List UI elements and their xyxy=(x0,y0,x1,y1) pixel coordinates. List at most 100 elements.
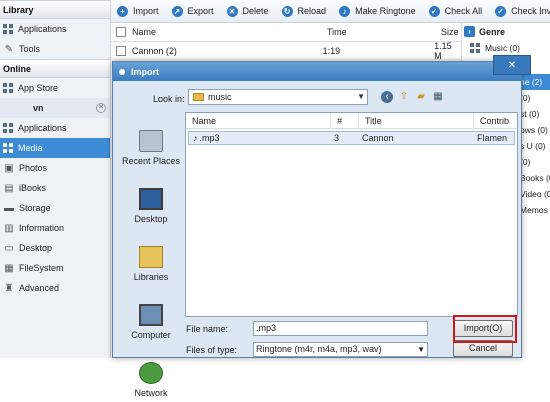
delete-button[interactable]: ✕ Delete xyxy=(226,5,269,17)
book-icon: ▤ xyxy=(4,182,14,194)
genre-header: › Genre xyxy=(462,23,550,40)
dialog-title-bar[interactable]: Import xyxy=(113,62,521,81)
cell-size: 1.15 M xyxy=(434,40,452,61)
device-header[interactable]: vn ✕ xyxy=(0,98,110,118)
column-header-size[interactable]: Size xyxy=(441,27,459,37)
table-row[interactable]: Cannon (2) 1:19 1.15 M xyxy=(111,40,461,61)
view-menu-icon[interactable]: ▦ xyxy=(432,91,444,103)
file-title: Cannon xyxy=(362,133,394,143)
check-invert-button-label: Check Invert xyxy=(511,6,550,16)
sidebar-item-app-store[interactable]: App Store xyxy=(0,78,110,98)
sidebar-item-applications[interactable]: Applications xyxy=(0,118,110,138)
file-column-name[interactable]: Name xyxy=(186,112,331,129)
delete-icon: ✕ xyxy=(226,5,238,17)
online-section-header: Online xyxy=(0,59,110,78)
make-ringtone-button[interactable]: ♪ Make Ringtone xyxy=(339,5,416,17)
desktop-icon: ▭ xyxy=(4,242,14,254)
dropdown-arrow-icon: ▼ xyxy=(417,345,425,354)
sidebar-item-label: iBooks xyxy=(19,183,47,193)
filesystem-icon: ▦ xyxy=(4,262,14,274)
place-label: Desktop xyxy=(134,214,168,224)
check-icon: ✓ xyxy=(428,5,440,17)
genre-item-label: Music (0) xyxy=(485,43,520,53)
eject-icon[interactable]: ✕ xyxy=(96,103,106,113)
cell-name: Cannon (2) xyxy=(131,45,177,56)
select-all-checkbox[interactable] xyxy=(116,27,126,37)
file-name-cell: ♪ .mp3 xyxy=(189,133,330,143)
export-button[interactable]: ↗ Export xyxy=(171,5,214,17)
sidebar-item-library-applications[interactable]: Applications xyxy=(0,19,110,39)
import-button[interactable]: + Import xyxy=(117,5,159,17)
file-column-title[interactable]: Title xyxy=(359,112,474,129)
dialog-close-button[interactable]: ✕ xyxy=(493,55,531,75)
check-all-button[interactable]: ✓ Check All xyxy=(428,5,482,17)
export-button-label: Export xyxy=(187,6,214,16)
place-computer[interactable]: Computer xyxy=(119,286,183,344)
sidebar-item-photos[interactable]: ▣ Photos xyxy=(0,158,110,178)
file-column-contrib[interactable]: Contrib xyxy=(474,113,517,129)
place-libraries[interactable]: Libraries xyxy=(119,228,183,286)
sidebar-item-label: Desktop xyxy=(19,243,53,253)
media-table: Name Time Size Cannon (2) 1:19 1.15 M xyxy=(111,23,461,61)
place-label: Libraries xyxy=(133,272,169,282)
sidebar-item-tools[interactable]: ✎ Tools xyxy=(0,39,110,59)
sidebar-item-label: Applications xyxy=(18,24,67,34)
column-header-name[interactable]: Name xyxy=(132,27,327,37)
place-network[interactable]: Network xyxy=(119,344,183,402)
column-header-time[interactable]: Time xyxy=(327,27,441,37)
sidebar-item-ibooks[interactable]: ▤ iBooks xyxy=(0,178,110,198)
grid-icon xyxy=(3,83,14,93)
look-in-value: music xyxy=(208,92,232,102)
sidebar: Library Applications ✎ Tools Online App S… xyxy=(0,0,111,358)
sidebar-item-media[interactable]: Media xyxy=(0,138,110,158)
grid-icon xyxy=(3,143,14,153)
place-label: Computer xyxy=(131,330,171,340)
sidebar-item-information[interactable]: ▥ Information xyxy=(0,218,110,238)
row-checkbox[interactable] xyxy=(116,45,126,56)
place-recent-places[interactable]: Recent Places xyxy=(119,112,183,170)
file-list: Name # Title Contrib ♪ .mp3 3 Cannon Flam… xyxy=(185,112,518,317)
back-icon[interactable]: ‹ xyxy=(381,91,393,103)
make-ringtone-button-label: Make Ringtone xyxy=(355,6,416,16)
desktop-icon xyxy=(139,188,163,210)
up-folder-icon[interactable]: ⇧ xyxy=(398,91,410,103)
device-name: vn xyxy=(33,103,44,113)
info-icon: ▥ xyxy=(4,222,14,234)
file-row[interactable]: ♪ .mp3 3 Cannon Flamen xyxy=(188,131,515,145)
file-number: 3 xyxy=(334,133,340,143)
place-desktop[interactable]: Desktop xyxy=(119,170,183,228)
import-button-label: Import xyxy=(133,6,159,16)
sidebar-item-filesystem[interactable]: ▦ FileSystem xyxy=(0,258,110,278)
sidebar-item-storage[interactable]: ▬ Storage xyxy=(0,198,110,218)
files-of-type-select[interactable]: Ringtone (m4r, m4a, mp3, wav) ▼ xyxy=(253,342,428,357)
reload-button-label: Reload xyxy=(297,6,327,16)
check-invert-icon: ✓ xyxy=(495,5,507,17)
genre-title: Genre xyxy=(479,26,506,37)
import-button-highlight xyxy=(453,315,517,343)
check-invert-button[interactable]: ✓ Check Invert xyxy=(495,5,550,17)
genre-item[interactable]: Music (0) xyxy=(462,40,550,56)
dropdown-arrow-icon: ▼ xyxy=(357,92,365,101)
reload-button[interactable]: ↻ Reload xyxy=(281,5,327,17)
network-icon xyxy=(139,362,163,384)
libraries-icon xyxy=(139,246,163,268)
new-folder-icon[interactable]: ▰ xyxy=(415,91,427,103)
export-icon: ↗ xyxy=(171,5,183,17)
grid-icon xyxy=(3,123,14,133)
file-name-input[interactable]: .mp3 xyxy=(253,321,428,336)
sidebar-item-label: Photos xyxy=(19,163,48,173)
sidebar-item-desktop[interactable]: ▭ Desktop xyxy=(0,238,110,258)
file-column-number[interactable]: # xyxy=(331,112,359,129)
cell-time: 1:19 xyxy=(322,45,341,56)
place-label: Recent Places xyxy=(121,156,181,166)
library-section-header: Library xyxy=(0,0,110,19)
toolbar: + Import ↗ Export ✕ Delete ↻ Reload ♪ Make Ri… xyxy=(111,0,550,23)
look-in-combo[interactable]: music ▼ xyxy=(188,89,368,105)
computer-icon xyxy=(139,304,163,326)
sidebar-item-label: Information xyxy=(19,223,65,233)
delete-button-label: Delete xyxy=(242,6,269,16)
sidebar-item-advanced[interactable]: ♜ Advanced xyxy=(0,278,110,298)
place-label: Network xyxy=(134,388,168,398)
storage-icon: ▬ xyxy=(4,202,14,214)
ringtone-icon: ♪ xyxy=(339,5,351,17)
